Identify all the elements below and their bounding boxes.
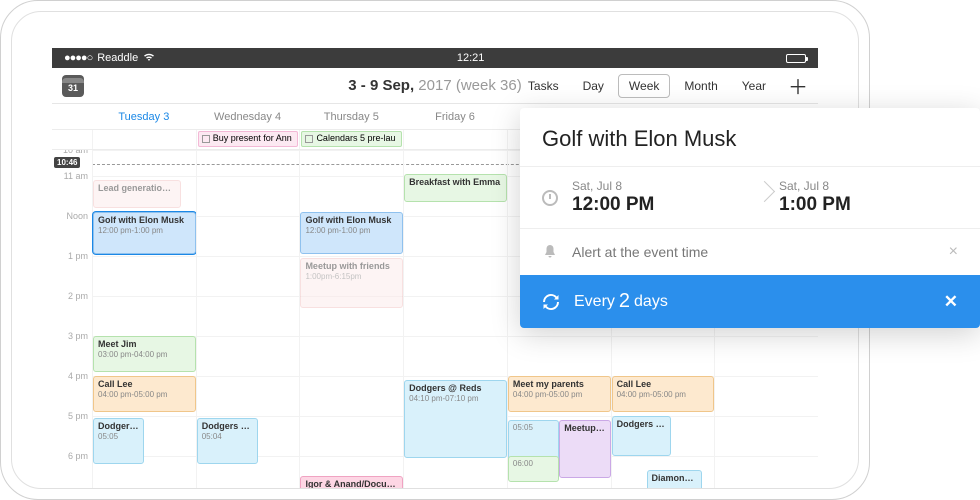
- calendar-event[interactable]: Meetup with frien: [559, 420, 610, 478]
- time-label: 6 pm: [68, 451, 88, 461]
- view-day[interactable]: Day: [573, 75, 614, 97]
- calendar-event[interactable]: Golf with Elon Musk12:00 pm-1:00 pm: [300, 212, 403, 254]
- calendar-event[interactable]: Meet my parents04:00 pm-05:00 pm: [508, 376, 611, 412]
- calendar-event[interactable]: Dodgers @ Reds04:10 pm-07:10 pm: [404, 380, 507, 458]
- time-label: 1 pm: [68, 251, 88, 261]
- event-detail-panel: Golf with Elon Musk Sat, Jul 8 12:00 PM …: [520, 108, 980, 328]
- calendar-event[interactable]: 06:00: [508, 456, 559, 482]
- add-event-button[interactable]: ＋: [788, 71, 808, 100]
- time-label: Noon: [66, 211, 88, 221]
- calendar-app-icon[interactable]: 31: [62, 75, 84, 97]
- time-label: 5 pm: [68, 411, 88, 421]
- calendar-event[interactable]: Diamond backs @ I: [647, 470, 702, 489]
- day-header[interactable]: Wednesday 4: [196, 104, 300, 129]
- allday-event[interactable]: Calendars 5 pre-lau: [301, 131, 402, 147]
- signal-dots-icon: ●●●●○: [64, 52, 92, 64]
- date-range-title[interactable]: 3 - 9 Sep, 2017 (week 36): [348, 77, 521, 94]
- time-label: 3 pm: [68, 331, 88, 341]
- calendar-event[interactable]: Call Lee04:00 pm-05:00 pm: [93, 376, 196, 412]
- status-bar: ●●●●○ Readdle 12:21: [52, 48, 818, 68]
- day-header[interactable]: Thursday 5: [299, 104, 403, 129]
- view-month[interactable]: Month: [674, 75, 727, 97]
- battery-icon: [786, 54, 806, 63]
- view-toggle: TasksDayWeekMonthYear: [518, 74, 776, 98]
- start-time-block: Sat, Jul 8 12:00 PM: [572, 167, 751, 228]
- repeat-icon: [542, 293, 560, 311]
- calendar-event[interactable]: Meetup with friends1:00pm-6:15pm: [300, 258, 403, 308]
- toolbar: 31 3 - 9 Sep, 2017 (week 36) TasksDayWee…: [52, 68, 818, 104]
- event-title[interactable]: Golf with Elon Musk: [520, 108, 980, 167]
- clock-icon: [542, 190, 558, 206]
- day-header[interactable]: Friday 6: [403, 104, 507, 129]
- now-indicator: 10:46: [54, 157, 80, 168]
- calendar-event[interactable]: Igor & Anand/Docume: [300, 476, 403, 489]
- calendar-event[interactable]: Golf with Elon Musk12:00 pm-1:00 pm: [93, 212, 196, 254]
- time-label: 4 pm: [68, 371, 88, 381]
- calendar-event[interactable]: Dodgers (7) @ Roc05:05: [93, 418, 144, 464]
- time-label: 2 pm: [68, 291, 88, 301]
- calendar-event[interactable]: Dodgers @ Rockie05:04: [197, 418, 259, 464]
- time-gutter: 10 am11 amNoon1 pm2 pm3 pm4 pm5 pm6 pm7 …: [52, 150, 92, 489]
- calendar-event[interactable]: Dodgers @ Reds: [612, 416, 672, 456]
- time-label: 10 am: [63, 150, 88, 155]
- clock-label: 12:21: [457, 52, 485, 64]
- wifi-icon: [143, 52, 155, 65]
- calendar-event[interactable]: Breakfast with Emma: [404, 174, 507, 202]
- view-year[interactable]: Year: [732, 75, 776, 97]
- end-time-block: Sat, Jul 8 1:00 PM: [779, 167, 958, 228]
- alert-row[interactable]: Alert at the event time ×: [520, 228, 980, 275]
- day-header[interactable]: Tuesday 3: [92, 104, 196, 129]
- repeat-clear-button[interactable]: ✕: [944, 292, 958, 312]
- allday-event[interactable]: Buy present for Ann: [198, 131, 299, 147]
- repeat-row[interactable]: Every 2 days ✕: [520, 275, 980, 328]
- alert-clear-button[interactable]: ×: [949, 243, 958, 261]
- calendar-event[interactable]: Meet Jim03:00 pm-04:00 pm: [93, 336, 196, 372]
- time-label: 11 am: [64, 171, 88, 181]
- alert-label: Alert at the event time: [572, 244, 708, 260]
- calendar-event[interactable]: Call Lee04:00 pm-05:00 pm: [612, 376, 715, 412]
- event-time-row[interactable]: Sat, Jul 8 12:00 PM Sat, Jul 8 1:00 PM: [520, 167, 980, 228]
- calendar-event[interactable]: Lead generation brief: [93, 180, 181, 208]
- view-week[interactable]: Week: [618, 74, 670, 98]
- bell-icon: [542, 244, 558, 260]
- arrow-icon: [751, 176, 779, 220]
- carrier-label: Readdle: [97, 52, 138, 64]
- view-tasks[interactable]: Tasks: [518, 75, 569, 97]
